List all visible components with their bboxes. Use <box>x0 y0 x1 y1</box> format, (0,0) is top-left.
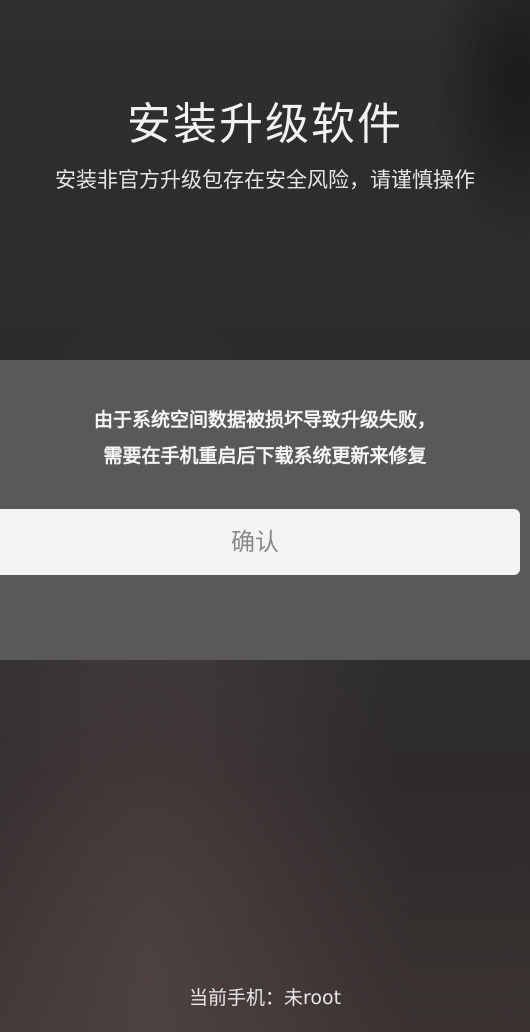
confirm-button[interactable]: 确认 <box>0 509 520 575</box>
upgrade-screen: 安装升级软件 安装非官方升级包存在安全风险，请谨慎操作 由于系统空间数据被损坏导… <box>0 0 530 1032</box>
error-message: 由于系统空间数据被损坏导致升级失败， 需要在手机重启后下载系统更新来修复 <box>0 402 530 474</box>
warning-subtitle: 安装非官方升级包存在安全风险，请谨慎操作 <box>55 168 475 192</box>
page-title: 安装升级软件 <box>127 99 403 150</box>
error-message-line-1: 由于系统空间数据被损坏导致升级失败， <box>93 409 436 431</box>
root-status-text: 当前手机：未root <box>188 987 342 1009</box>
error-message-line-2: 需要在手机重启后下载系统更新来修复 <box>103 445 427 467</box>
